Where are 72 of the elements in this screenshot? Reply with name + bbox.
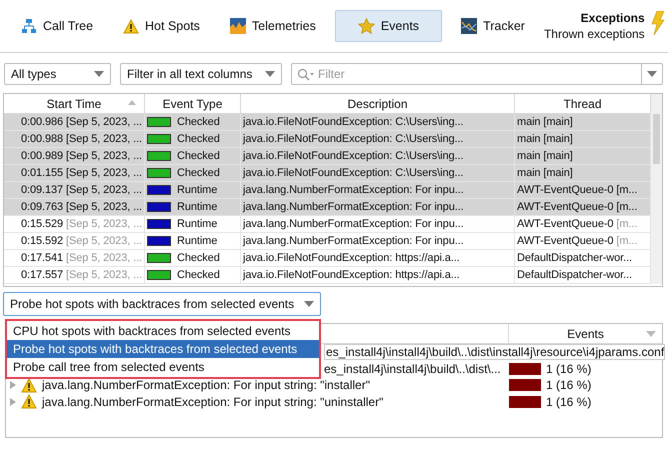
table-cell: java.lang.NumberFormatException: For inpu... [241,233,515,250]
view-tab[interactable]: Events [334,10,442,42]
table-cell: Runtime [177,235,218,247]
table-cell: 0:15.592 [Sep 5, 2023, ... [4,233,145,250]
table-cell: 0:00.986 [Sep 5, 2023, ... [4,114,145,131]
table-cell: Checked [177,133,220,145]
scrollbar[interactable] [651,94,662,284]
hierarchy-icon [21,18,37,34]
line-chart-icon [461,18,478,34]
events-count: 1 (16 %) [546,394,592,409]
table-cell: AWT-EventQueue-0 [m... [515,199,651,216]
events-count: 1 (16 %) [546,362,592,376]
view-subtitle: Thrown exceptions [544,27,645,41]
table-cell: main [main] [515,165,651,182]
chart-icon [230,18,246,34]
warning-icon [123,18,140,34]
table-cell: 0:09.763 [Sep 5, 2023, ... [4,199,145,216]
table-cell: Checked [177,116,220,128]
view-tab[interactable]: Call Tree [10,10,104,42]
events-bar [509,379,541,392]
table-cell: Checked [177,269,220,281]
column-filter-combo[interactable]: Filter in all text columns [120,63,282,85]
table-cell: 0:17.541 [Sep 5, 2023, ... [4,250,145,267]
table-cell: main [main] [515,114,651,131]
menu-item[interactable]: CPU hot spots with backtraces from selected events [7,322,319,340]
table-cell: java.io.FileNotFoundException: https://api.a... [241,250,515,267]
analysis-combo[interactable]: Probe hot spots with backtraces from selected events [3,292,321,316]
table-cell: Checked [177,167,220,179]
table-cell: java.io.FileNotFoundException: C:\Users\ing... [241,131,515,148]
view-title: Exceptions [580,11,645,25]
table-cell: 0:01.155 [Sep 5, 2023, ... [4,165,145,182]
table-cell: Runtime [177,201,218,213]
table-cell: 0:15.529 [Sep 5, 2023, ... [4,216,145,233]
menu-item[interactable]: Probe call tree from selected events [7,358,319,376]
table-cell: Runtime [177,184,218,196]
table-cell: main [main] [515,148,651,165]
tree-node-label[interactable]: java.lang.NumberFormatException: For input string: "installer" [42,378,370,392]
events-bar [509,396,541,408]
view-tab[interactable]: Telemetries [218,10,327,42]
table-cell: 0:00.988 [Sep 5, 2023, ... [4,131,145,148]
scrollbar-thumb[interactable] [653,114,660,164]
view-tab[interactable]: Hot Spots [112,10,211,42]
table-cell: java.io.FileNotFoundException: C:\Users\ing... [241,114,515,131]
table-cell: java.lang.NumberFormatException: For inpu... [241,199,515,216]
table-cell: main [main] [515,131,651,148]
menu-item[interactable]: Probe hot spots with backtraces from selected events [7,340,319,358]
tooltip: es_install4j\install4j\build\..\dist\install4j\resource\i4jparams.conf [324,344,666,360]
warning-icon [21,394,37,410]
search-icon [297,68,315,80]
type-filter-combo[interactable]: All types [4,63,111,85]
tree-node-label[interactable]: java.lang.NumberFormatException: For input string: "uninstaller" [42,394,384,409]
table-cell: java.lang.NumberFormatException: For inpu... [241,182,515,199]
search-field[interactable]: Filter [291,63,663,85]
tree-node-label: es_install4j\install4j\build\..\dist\... [324,362,501,376]
table-cell: java.io.FileNotFoundException: https://api.a... [241,267,515,284]
events-count: 1 (16 %) [546,378,592,392]
star-icon [358,18,375,34]
table-cell: 0:00.989 [Sep 5, 2023, ... [4,148,145,165]
view-tab[interactable]: Tracker [450,10,536,42]
lightning-icon [650,11,665,35]
sort-icon [128,100,136,105]
table-cell: Checked [177,150,220,162]
table-cell: java.io.FileNotFoundException: C:\Users\ing... [241,148,515,165]
table-cell: 0:09.137 [Sep 5, 2023, ... [4,182,145,199]
table-cell: 0:17.557 [Sep 5, 2023, ... [4,267,145,284]
events-bar [509,362,541,375]
table-cell: AWT-EventQueue-0 [m... [515,182,651,199]
table-cell: java.lang.NumberFormatException: For inpu... [241,216,515,233]
table-cell: Runtime [177,218,218,230]
warning-icon [21,378,37,393]
table-cell: java.io.FileNotFoundException: C:\Users\ing... [241,165,515,182]
table-cell: Checked [177,252,220,264]
